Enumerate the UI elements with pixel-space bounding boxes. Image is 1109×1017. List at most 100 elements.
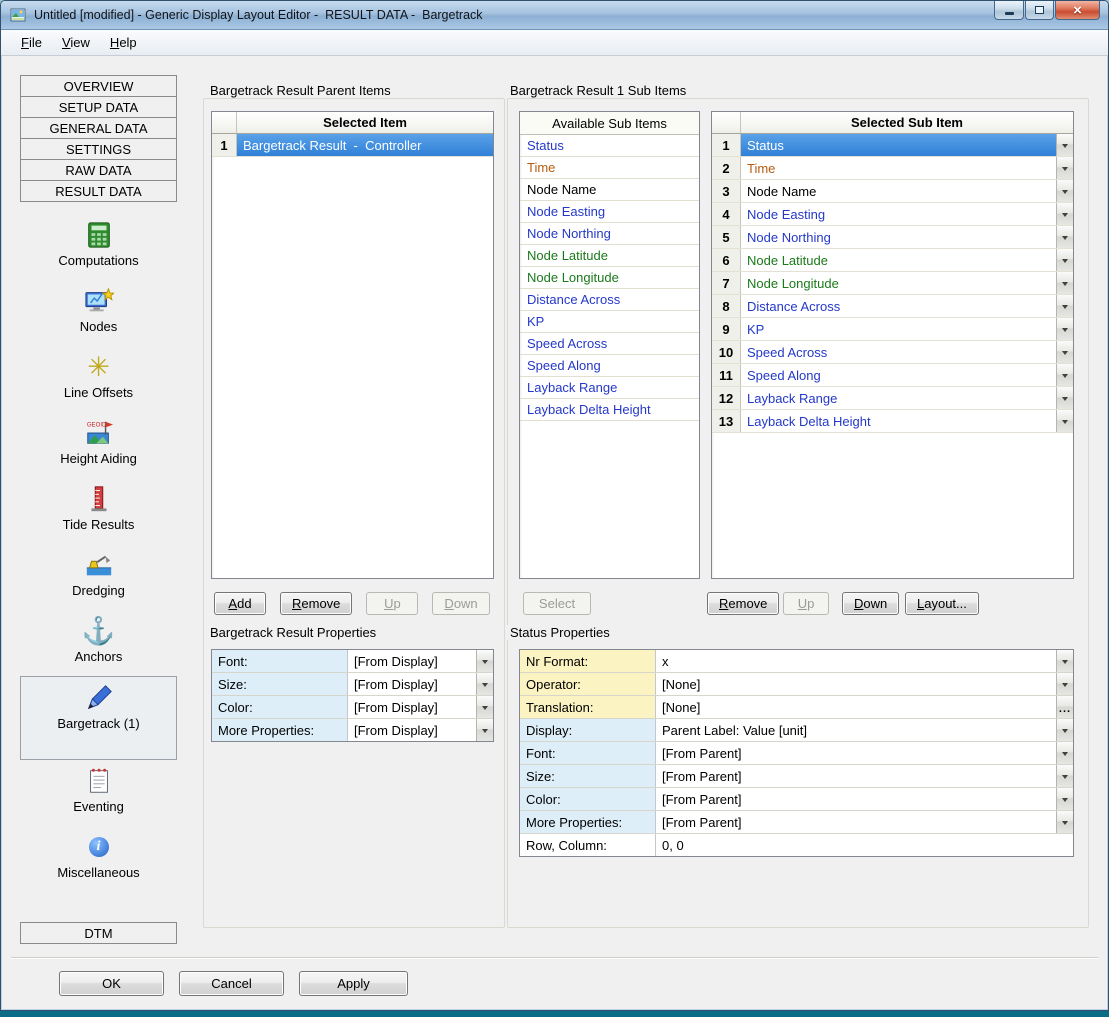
available-sub-item[interactable]: Speed Across — [520, 333, 699, 355]
sub-item-cell[interactable]: Node Name — [741, 180, 1056, 202]
minimize-button[interactable] — [994, 1, 1024, 20]
sidebar-item-height-aiding[interactable]: GEOIDHeight Aiding — [20, 412, 177, 478]
available-sub-item[interactable]: Layback Delta Height — [520, 399, 699, 421]
table-row[interactable]: 7Node Longitude — [712, 272, 1073, 295]
table-row[interactable]: 1Status — [712, 134, 1073, 157]
table-row[interactable]: 10Speed Across — [712, 341, 1073, 364]
sidebar-item-nodes[interactable]: Nodes — [20, 280, 177, 346]
dropdown-arrow-icon[interactable] — [1056, 249, 1073, 271]
dropdown-arrow-icon[interactable] — [1056, 318, 1073, 340]
sidebar-item-raw-data[interactable]: RAW DATA — [20, 159, 177, 181]
parent-remove[interactable]: Remove — [280, 592, 352, 615]
sidebar-item-dredging[interactable]: Dredging — [20, 544, 177, 610]
available-sub-item[interactable]: Distance Across — [520, 289, 699, 311]
sub-remove[interactable]: Remove — [707, 592, 779, 615]
close-button[interactable]: × — [1055, 1, 1100, 20]
available-sub-item[interactable]: Layback Range — [520, 377, 699, 399]
property-value[interactable]: [None] — [656, 696, 1056, 718]
table-row[interactable]: 12Layback Range — [712, 387, 1073, 410]
dropdown-arrow-icon[interactable] — [1056, 364, 1073, 386]
cancel-button[interactable]: Cancel — [179, 971, 284, 996]
available-sub-item[interactable]: Node Northing — [520, 223, 699, 245]
table-row[interactable]: 11Speed Along — [712, 364, 1073, 387]
sub-item-cell[interactable]: Layback Range — [741, 387, 1056, 409]
sub-layout[interactable]: Layout... — [905, 592, 979, 615]
table-row[interactable]: 9KP — [712, 318, 1073, 341]
dropdown-arrow-icon[interactable] — [1056, 157, 1073, 179]
sidebar-item-eventing[interactable]: Eventing — [20, 760, 177, 826]
dropdown-arrow-icon[interactable] — [1056, 295, 1073, 317]
available-sub-item[interactable]: Node Easting — [520, 201, 699, 223]
dropdown-arrow-icon[interactable] — [1056, 134, 1073, 156]
available-sub-item[interactable]: KP — [520, 311, 699, 333]
sidebar-item-dtm[interactable]: DTM — [20, 922, 177, 944]
available-sub-item[interactable]: Node Latitude — [520, 245, 699, 267]
table-row[interactable]: 8Distance Across — [712, 295, 1073, 318]
dropdown-arrow-icon[interactable] — [1056, 203, 1073, 225]
dropdown-arrow-icon[interactable] — [1056, 226, 1073, 248]
sidebar-item-overview[interactable]: OVERVIEW — [20, 75, 177, 97]
dropdown-arrow-icon[interactable] — [476, 696, 493, 718]
sidebar-item-settings[interactable]: SETTINGS — [20, 138, 177, 160]
property-value[interactable]: [From Display] — [348, 719, 476, 741]
dropdown-arrow-icon[interactable] — [1056, 742, 1073, 764]
property-value[interactable]: [From Parent] — [656, 765, 1056, 787]
table-row[interactable]: 13Layback Delta Height — [712, 410, 1073, 433]
sidebar-item-miscellaneous[interactable]: iMiscellaneous — [20, 826, 177, 892]
sub-item-cell[interactable]: Distance Across — [741, 295, 1056, 317]
available-sub-item[interactable]: Node Longitude — [520, 267, 699, 289]
property-value[interactable]: [From Parent] — [656, 811, 1056, 833]
property-value[interactable]: Parent Label: Value [unit] — [656, 719, 1056, 741]
sidebar-item-general-data[interactable]: GENERAL DATA — [20, 117, 177, 139]
sub-item-cell[interactable]: Time — [741, 157, 1056, 179]
dropdown-arrow-icon[interactable] — [476, 719, 493, 741]
dropdown-arrow-icon[interactable] — [1056, 387, 1073, 409]
sidebar-item-result-data[interactable]: RESULT DATA — [20, 180, 177, 202]
dropdown-arrow-icon[interactable] — [1056, 788, 1073, 810]
sub-item-cell[interactable]: Node Easting — [741, 203, 1056, 225]
sidebar-item-anchors[interactable]: ⚓Anchors — [20, 610, 177, 676]
available-sub-item[interactable]: Time — [520, 157, 699, 179]
dropdown-arrow-icon[interactable] — [476, 673, 493, 695]
sub-item-cell[interactable]: Layback Delta Height — [741, 410, 1056, 432]
sub-item-cell[interactable]: KP — [741, 318, 1056, 340]
available-sub-item[interactable]: Status — [520, 135, 699, 157]
sub-item-cell[interactable]: Node Latitude — [741, 249, 1056, 271]
menu-item-help[interactable]: Help — [100, 32, 147, 53]
apply-button[interactable]: Apply — [299, 971, 408, 996]
property-value[interactable]: [From Display] — [348, 650, 476, 672]
table-row[interactable]: 5Node Northing — [712, 226, 1073, 249]
sub-item-cell[interactable]: Status — [741, 134, 1056, 156]
dropdown-arrow-icon[interactable] — [1056, 673, 1073, 695]
sidebar-item-line-offsets[interactable]: ✳Line Offsets — [20, 346, 177, 412]
sidebar-item-computations[interactable]: Computations — [20, 214, 177, 280]
available-sub-item[interactable]: Node Name — [520, 179, 699, 201]
sub-item-cell[interactable]: Node Northing — [741, 226, 1056, 248]
selected-item-cell[interactable]: Bargetrack Result - Controller — [237, 134, 493, 156]
ok-button[interactable]: OK — [59, 971, 164, 996]
dropdown-arrow-icon[interactable] — [1056, 341, 1073, 363]
table-row[interactable]: 6Node Latitude — [712, 249, 1073, 272]
sub-item-cell[interactable]: Speed Along — [741, 364, 1056, 386]
table-row[interactable]: 2Time — [712, 157, 1073, 180]
sub-item-cell[interactable]: Node Longitude — [741, 272, 1056, 294]
dropdown-arrow-icon[interactable] — [1056, 719, 1073, 741]
menu-item-view[interactable]: View — [52, 32, 100, 53]
maximize-button[interactable] — [1025, 1, 1054, 20]
property-value[interactable]: [None] — [656, 673, 1056, 695]
sub-down[interactable]: Down — [842, 592, 899, 615]
table-row[interactable]: 4Node Easting — [712, 203, 1073, 226]
property-value[interactable]: [From Display] — [348, 673, 476, 695]
sub-item-cell[interactable]: Speed Across — [741, 341, 1056, 363]
dropdown-arrow-icon[interactable] — [1056, 180, 1073, 202]
dropdown-arrow-icon[interactable] — [1056, 410, 1073, 432]
dropdown-arrow-icon[interactable] — [1056, 272, 1073, 294]
available-sub-item[interactable]: Speed Along — [520, 355, 699, 377]
parent-add[interactable]: Add — [214, 592, 266, 615]
table-row[interactable]: 1Bargetrack Result - Controller — [212, 134, 493, 157]
title-bar[interactable]: Untitled [modified] - Generic Display La… — [1, 1, 1108, 30]
ellipsis-button[interactable]: ... — [1056, 696, 1073, 718]
dropdown-arrow-icon[interactable] — [1056, 765, 1073, 787]
property-value[interactable]: [From Parent] — [656, 742, 1056, 764]
property-value[interactable]: [From Parent] — [656, 788, 1056, 810]
